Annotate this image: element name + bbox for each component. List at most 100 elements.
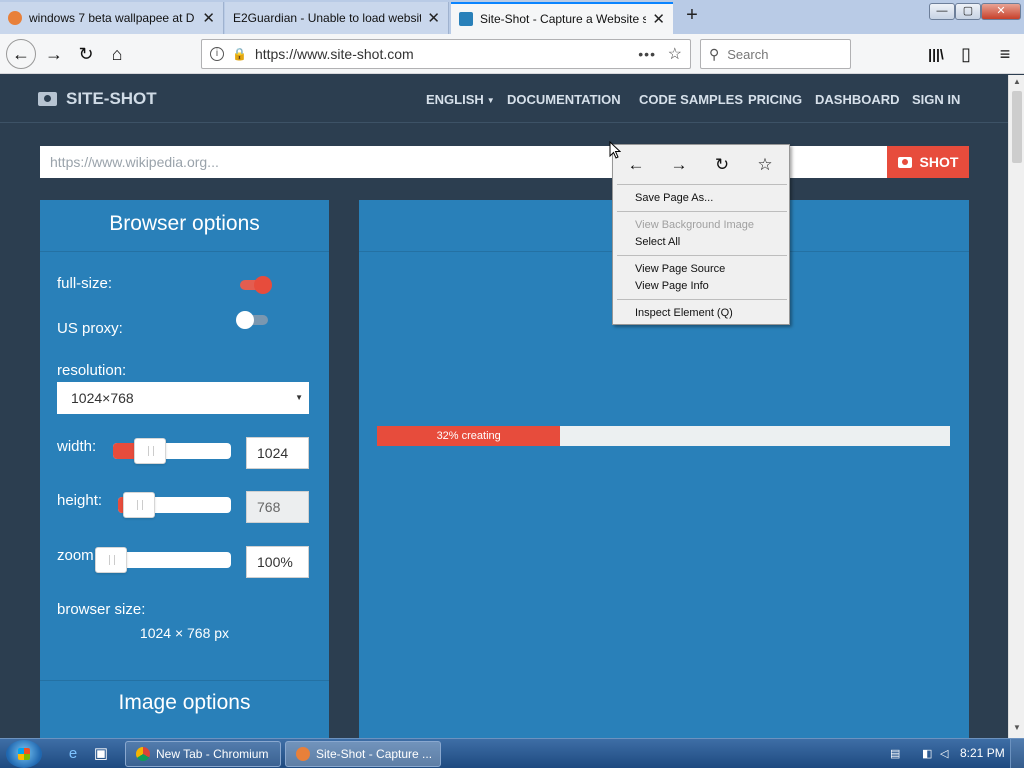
width-label: width: <box>57 438 97 455</box>
network-icon[interactable]: ◧ <box>922 747 934 760</box>
taskbar-item-label: New Tab - Chromium <box>156 747 269 761</box>
menu-language[interactable]: ENGLISH ▼ <box>426 92 495 107</box>
page-content: SITE-SHOT ENGLISH ▼ DOCUMENTATION CODE SA… <box>0 75 1008 738</box>
scroll-up-icon[interactable]: ▲ <box>1009 77 1024 91</box>
tab-title: windows 7 beta wallpapee at D <box>29 11 195 25</box>
us-proxy-label: US proxy: <box>57 320 123 337</box>
tab-e2guardian[interactable]: E2Guardian - Unable to load websit ✕ <box>225 2 449 34</box>
menu-item-view-page-info[interactable]: View Page Info <box>635 280 709 292</box>
reload-icon[interactable]: ↻ <box>710 153 734 177</box>
keyboard-icon[interactable]: ▤ <box>890 747 902 760</box>
menu-item-select-all[interactable]: Select All <box>635 236 680 248</box>
firefox-icon <box>296 747 310 761</box>
minimize-button[interactable]: — <box>929 3 955 20</box>
zoom-slider[interactable] <box>95 547 231 573</box>
menu-separator <box>617 299 787 300</box>
library-icon[interactable]: |||\ <box>922 40 950 68</box>
shot-button[interactable]: SHOT <box>887 146 969 178</box>
progress-fill: 32% creating <box>377 426 561 446</box>
window-close-button[interactable]: ✕ <box>981 3 1021 20</box>
media-player-icon[interactable]: ▣ <box>92 745 110 763</box>
firefox-favicon-icon <box>8 11 22 25</box>
show-desktop-button[interactable] <box>1010 739 1024 768</box>
site-logo[interactable]: SITE-SHOT <box>38 89 157 109</box>
width-input[interactable]: 1024 <box>246 437 309 469</box>
url-text[interactable]: https://www.site-shot.com <box>255 46 414 62</box>
menu-separator <box>617 184 787 185</box>
scroll-down-icon[interactable]: ▼ <box>1009 723 1024 737</box>
menu-code-samples[interactable]: CODE SAMPLES <box>639 92 743 107</box>
menu-documentation[interactable]: DOCUMENTATION <box>507 92 621 107</box>
chromium-icon <box>136 747 150 761</box>
mouse-cursor-icon <box>609 141 621 159</box>
tab-bar: windows 7 beta wallpapee at D ✕ E2Guardi… <box>0 0 1024 34</box>
tab-title: E2Guardian - Unable to load websit <box>233 11 422 25</box>
height-slider[interactable] <box>118 492 231 518</box>
bookmark-star-icon[interactable]: ☆ <box>668 44 682 64</box>
close-tab-icon[interactable]: ✕ <box>202 9 215 27</box>
reload-icon[interactable]: ↻ <box>72 40 100 68</box>
browser-options-title: Browser options <box>109 212 260 235</box>
menu-item-save-page-as[interactable]: Save Page As... <box>635 192 713 204</box>
full-size-toggle[interactable] <box>240 276 272 294</box>
divider <box>40 680 329 681</box>
home-icon[interactable]: ⌂ <box>103 40 131 68</box>
camera-favicon-icon <box>459 12 473 26</box>
url-bar[interactable]: i 🔒 https://www.site-shot.com ••• ☆ <box>201 39 691 69</box>
search-icon: ⚲ <box>709 45 720 62</box>
menu-item-inspect-element[interactable]: Inspect Element (Q) <box>635 307 733 319</box>
maximize-button[interactable]: ▢ <box>955 3 981 20</box>
tab-site-shot[interactable]: Site-Shot - Capture a Website s ✕ <box>451 2 673 34</box>
taskbar-clock[interactable]: 8:21 PM <box>960 746 1005 760</box>
height-slider-handle[interactable] <box>123 492 155 518</box>
menu-item-view-page-source[interactable]: View Page Source <box>635 263 725 275</box>
menu-icon[interactable]: ≡ <box>991 40 1019 68</box>
taskbar-item-chromium[interactable]: New Tab - Chromium <box>125 741 281 767</box>
page-actions-icon[interactable]: ••• <box>638 46 656 62</box>
menu-item-view-background-image[interactable]: View Background Image <box>635 219 754 231</box>
width-slider[interactable] <box>113 438 231 464</box>
sidebar-icon[interactable]: ▯ <box>952 40 980 68</box>
height-input[interactable]: 768 <box>246 491 309 523</box>
info-icon[interactable]: i <box>210 47 224 61</box>
menu-sign-in[interactable]: SIGN IN <box>912 92 960 107</box>
zoom-slider-handle[interactable] <box>95 547 127 573</box>
taskbar-item-site-shot[interactable]: Site-Shot - Capture ... <box>285 741 441 767</box>
menu-dashboard[interactable]: DASHBOARD <box>815 92 900 107</box>
scrollbar-thumb[interactable] <box>1012 91 1022 163</box>
lock-icon[interactable]: 🔒 <box>232 47 247 61</box>
forward-icon[interactable]: → <box>40 40 68 68</box>
search-input[interactable]: ⚲ Search <box>700 39 851 69</box>
shot-label: SHOT <box>919 154 959 170</box>
resolution-select[interactable]: 1024×768 ▼ <box>57 382 309 414</box>
camera-icon <box>38 92 57 106</box>
height-label: height: <box>57 492 103 509</box>
dropdown-arrow-icon: ▼ <box>295 393 303 402</box>
internet-explorer-icon[interactable]: e <box>64 745 82 763</box>
forward-icon[interactable]: → <box>667 153 691 177</box>
resolution-label: resolution: <box>57 362 127 379</box>
progress-bar: 32% creating <box>377 426 950 446</box>
search-placeholder: Search <box>727 46 769 62</box>
new-tab-button[interactable]: + <box>680 4 704 28</box>
image-options-title: Image options <box>118 691 251 714</box>
tab-wallpaper[interactable]: windows 7 beta wallpapee at D ✕ <box>0 2 224 34</box>
page-scrollbar[interactable]: ▲ ▼ <box>1008 75 1024 738</box>
bookmark-icon[interactable]: ☆ <box>753 153 777 177</box>
camera-icon <box>897 156 912 168</box>
back-icon[interactable]: ← <box>6 39 36 69</box>
volume-icon[interactable]: ◁ <box>940 747 952 760</box>
site-header: SITE-SHOT ENGLISH ▼ DOCUMENTATION CODE SA… <box>0 75 1008 123</box>
zoom-input[interactable]: 100% <box>246 546 309 578</box>
us-proxy-toggle[interactable] <box>236 311 268 329</box>
menu-pricing[interactable]: PRICING <box>748 92 802 107</box>
close-tab-icon[interactable]: ✕ <box>652 10 665 28</box>
logo-text: SITE-SHOT <box>66 89 157 108</box>
close-tab-icon[interactable]: ✕ <box>427 9 440 27</box>
width-slider-handle[interactable] <box>134 438 166 464</box>
browser-options-panel: Browser options full-size: US proxy: res… <box>40 200 329 738</box>
toggle-knob <box>254 276 272 294</box>
start-button[interactable] <box>6 740 42 768</box>
back-icon[interactable]: ← <box>624 153 648 177</box>
context-menu: ← → ↻ ☆ Save Page As... View Background … <box>612 144 790 325</box>
